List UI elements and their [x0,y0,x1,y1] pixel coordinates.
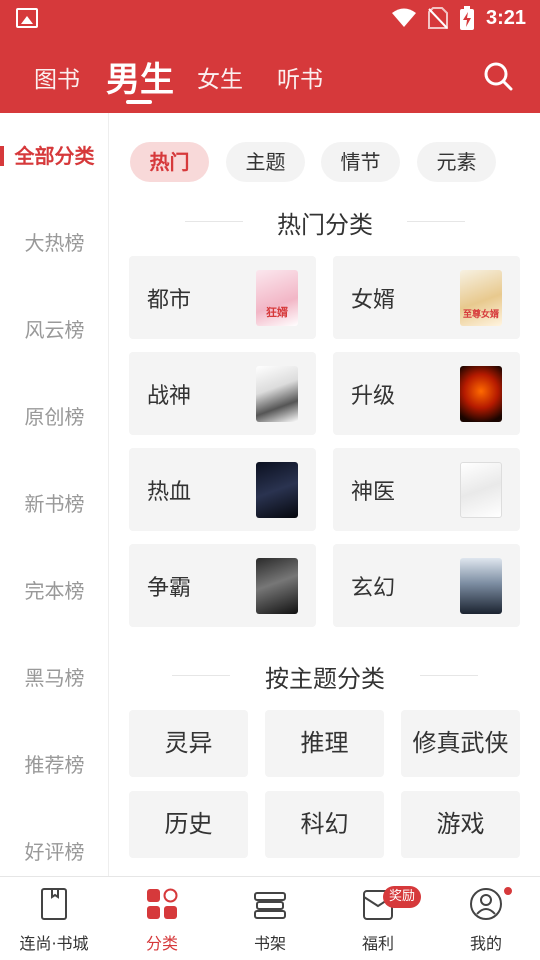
category-label: 神医 [351,480,396,505]
cover-title: 至尊女婿 [462,310,499,320]
sidebar-item-recommended-list[interactable]: 推荐榜 [0,745,109,785]
cover-title: 狂婿 [266,306,288,319]
nav-bookshelf[interactable]: 书架 [216,877,324,960]
category-card-fantasy[interactable]: 玄幻 [333,544,520,627]
book-icon [41,888,67,920]
chip-hot[interactable]: 热门 [130,142,209,182]
nav-bookstore[interactable]: 连尚·书城 [0,877,108,960]
nav-label: 分类 [145,934,178,953]
active-tab-indicator [126,100,152,104]
nav-label: 我的 [469,934,502,953]
app-header: 3:21 图书 男生 女生 听书 [0,0,540,113]
category-grid-icon [147,888,178,919]
search-icon[interactable] [482,60,514,92]
book-cover-image [256,366,298,422]
theme-mystery[interactable]: 推理 [265,710,384,777]
notification-dot [502,885,514,897]
status-bar: 3:21 [0,0,540,36]
category-label: 女婿 [351,288,396,313]
category-label: 争霸 [147,576,192,601]
book-cover-image: 至尊女婿 [460,270,502,326]
category-content: 热门 主题 情节 元素 热门分类 都市 狂婿 女婿 至尊女婿 战神 升级 热血 … [110,113,540,876]
book-cover-image: 狂婿 [256,270,298,326]
category-label: 玄幻 [351,576,396,601]
top-tab-bar: 图书 男生 女生 听书 [0,48,540,104]
chip-element[interactable]: 元素 [417,142,496,182]
nav-profile[interactable]: 我的 [432,877,540,960]
theme-supernatural[interactable]: 灵异 [129,710,248,777]
nav-label: 福利 [361,934,394,953]
book-cover-image [460,558,502,614]
tab-female[interactable]: 女生 [197,60,243,94]
nav-label: 书架 [253,934,286,953]
profile-icon [470,888,502,920]
divider [407,221,465,222]
sidebar-item-dark-horse-list[interactable]: 黑马榜 [0,658,109,698]
status-icons: 3:21 [391,6,526,30]
sidebar-item-completed-list[interactable]: 完本榜 [0,571,109,611]
nav-label: 连尚·书城 [19,934,89,953]
tab-audio[interactable]: 听书 [277,60,323,94]
category-label: 热血 [147,480,192,505]
sidebar-item-top-rated-list[interactable]: 好评榜 [0,832,109,872]
book-cover-image [460,462,502,518]
sidebar-item-new-list[interactable]: 新书榜 [0,484,109,524]
theme-game[interactable]: 游戏 [401,791,520,858]
book-cover-image [256,462,298,518]
theme-section-title: 按主题分类 [265,665,385,693]
category-card-level-up[interactable]: 升级 [333,352,520,435]
photo-notification-icon [16,8,38,28]
tab-male[interactable]: 男生 [106,52,174,101]
chip-plot[interactable]: 情节 [321,142,400,182]
book-cover-image [460,366,502,422]
category-card-hegemony[interactable]: 争霸 [129,544,316,627]
status-time: 3:21 [485,6,526,29]
category-card-war-god[interactable]: 战神 [129,352,316,435]
tab-books[interactable]: 图书 [34,60,80,94]
theme-xianxia-wuxia[interactable]: 修真武侠 [401,710,520,777]
category-label: 战神 [147,384,192,409]
theme-history[interactable]: 历史 [129,791,248,858]
sidebar-item-original-list[interactable]: 原创榜 [0,397,109,437]
category-card-divine-doctor[interactable]: 神医 [333,448,520,531]
nav-category[interactable]: 分类 [108,877,216,960]
category-card-son-in-law[interactable]: 女婿 至尊女婿 [333,256,520,339]
divider [420,675,478,676]
wifi-icon [391,8,416,27]
sidebar-item-hot-list[interactable]: 大热榜 [0,223,109,263]
category-label: 都市 [147,288,192,313]
reward-badge: 奖励 [383,886,422,908]
category-label: 升级 [351,384,396,409]
bottom-nav: 连尚·书城 分类 书架 奖励 福利 我的 [0,876,540,960]
category-card-hot-blood[interactable]: 热血 [129,448,316,531]
nav-welfare[interactable]: 奖励 福利 [324,877,432,960]
theme-scifi[interactable]: 科幻 [265,791,384,858]
sidebar-item-all-categories[interactable]: 全部分类 [0,136,109,176]
chip-theme[interactable]: 主题 [226,142,305,182]
sidebar-item-trending-list[interactable]: 风云榜 [0,310,109,350]
ranking-sidebar: 全部分类 大热榜 风云榜 原创榜 新书榜 完本榜 黑马榜 推荐榜 好评榜 [0,113,109,876]
bookshelf-icon [254,892,286,919]
no-sim-icon [427,7,448,29]
hot-section-title: 热门分类 [277,211,373,239]
category-card-urban[interactable]: 都市 狂婿 [129,256,316,339]
battery-charging-icon [459,6,474,30]
book-cover-image [256,558,298,614]
